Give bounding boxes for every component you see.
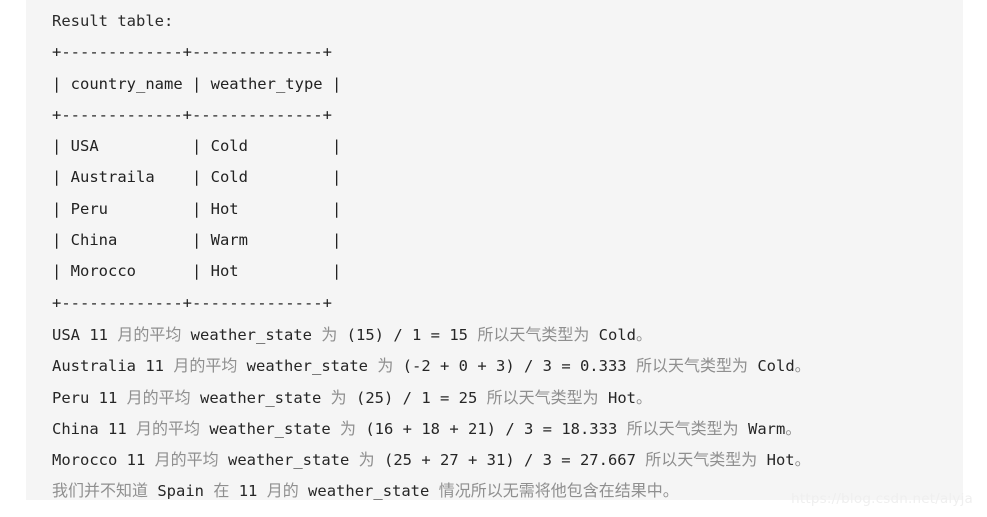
cjk-text-run: 为 xyxy=(321,324,338,344)
result-table-heading: Result table: xyxy=(52,12,174,30)
latin-text-run: Australia 11 xyxy=(52,357,174,376)
latin-text-run: weather_state xyxy=(237,357,378,376)
latin-text-run: weather_state xyxy=(190,388,331,407)
cjk-text-run: 所以天气类型为 xyxy=(486,387,599,407)
latin-text-run: Warm xyxy=(738,419,786,438)
latin-text-run: Spain xyxy=(148,482,214,501)
table-bottom-border: +-------------+--------------+ xyxy=(52,293,332,312)
cjk-text-run: 为 xyxy=(340,418,357,438)
explanation-line: Morocco 11 月的平均 weather_state 为 (25 + 27… xyxy=(26,444,963,475)
page-root: Result table: +-------------+-----------… xyxy=(0,0,987,517)
cjk-text-run: 月的平均 xyxy=(173,356,238,376)
cjk-text-run: 在 xyxy=(213,481,230,501)
explanation-line: USA 11 月的平均 weather_state 为 (15) / 1 = 1… xyxy=(26,319,963,350)
latin-text-run: China 11 xyxy=(52,419,136,438)
cjk-text-run: 。 xyxy=(794,450,811,470)
explanation-line: Peru 11 月的平均 weather_state 为 (25) / 1 = … xyxy=(26,382,963,413)
latin-text-run: (-2 + 0 + 3) / 3 = 0.333 xyxy=(393,357,636,376)
latin-text-run: USA 11 xyxy=(52,325,118,344)
table-row: | Peru | Hot | xyxy=(52,199,342,218)
table-row: | Morocco | Hot | xyxy=(52,262,342,281)
cjk-text-run: 月的平均 xyxy=(154,450,219,470)
latin-text-run: (25 + 27 + 31) / 3 = 27.667 xyxy=(374,451,646,470)
explanation-line: Australia 11 月的平均 weather_state 为 (-2 + … xyxy=(26,350,963,381)
latin-text-run: Hot xyxy=(757,451,795,470)
cjk-text-run: 。 xyxy=(636,387,653,407)
cjk-text-run: 所以天气类型为 xyxy=(626,418,739,438)
table-row: | China | Warm | xyxy=(52,231,342,250)
latin-text-run: weather_state xyxy=(181,325,322,344)
table-top-border: +-------------+--------------+ xyxy=(52,43,332,62)
cjk-text-run: 。 xyxy=(785,418,802,438)
latin-text-run: weather_state xyxy=(218,451,359,470)
latin-text-run: Peru 11 xyxy=(52,388,127,407)
code-block: Result table: +-------------+-----------… xyxy=(26,0,963,500)
latin-text-run: Cold xyxy=(589,325,637,344)
latin-text-run: Hot xyxy=(598,388,636,407)
cjk-text-run: 。 xyxy=(794,356,811,376)
cjk-text-run: 情况所以无需将他包含在结果中。 xyxy=(438,481,679,501)
cjk-text-run: 所以天气类型为 xyxy=(635,356,748,376)
table-row: | Austraila | Cold | xyxy=(52,168,342,187)
cjk-text-run: 。 xyxy=(636,324,653,344)
latin-text-run: (25) / 1 = 25 xyxy=(346,388,487,407)
cjk-text-run: 我们并不知道 xyxy=(52,481,149,501)
latin-text-run: Morocco 11 xyxy=(52,451,155,470)
cjk-text-run: 月的 xyxy=(266,481,299,501)
latin-text-run: weather_state xyxy=(200,419,340,438)
cjk-text-run: 月的平均 xyxy=(117,324,182,344)
csdn-watermark: https://blog.csdn.net/alyja xyxy=(791,491,973,507)
latin-text-run: Cold xyxy=(748,357,795,376)
latin-text-run: 11 xyxy=(229,482,267,501)
latin-text-run: (15) / 1 = 15 xyxy=(337,325,478,344)
table-header-row: | country_name | weather_type | xyxy=(52,74,342,93)
latin-text-run: weather_state xyxy=(298,482,439,501)
cjk-text-run: 为 xyxy=(358,450,375,470)
cjk-text-run: 月的平均 xyxy=(126,387,191,407)
cjk-text-run: 为 xyxy=(377,356,394,376)
explanation-line: China 11 月的平均 weather_state 为 (16 + 18 +… xyxy=(26,413,963,444)
cjk-text-run: 所以天气类型为 xyxy=(645,450,758,470)
cjk-text-run: 为 xyxy=(330,387,347,407)
latin-text-run: (16 + 18 + 21) / 3 = 18.333 xyxy=(356,419,627,438)
table-header-separator: +-------------+--------------+ xyxy=(52,105,332,124)
cjk-text-run: 所以天气类型为 xyxy=(477,324,590,344)
cjk-text-run: 月的平均 xyxy=(136,418,201,438)
table-row: | USA | Cold | xyxy=(52,137,342,156)
